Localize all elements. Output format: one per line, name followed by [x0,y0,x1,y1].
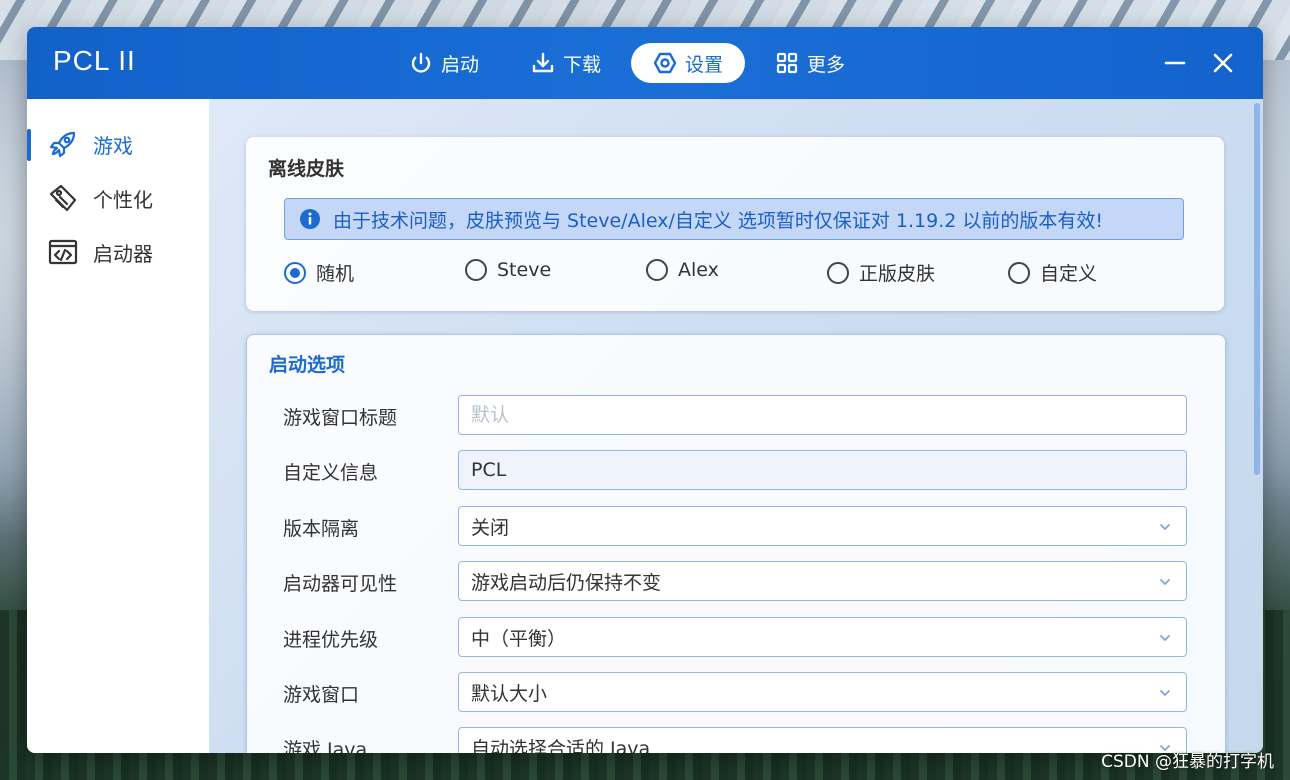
nav-launch-label: 启动 [441,53,480,76]
sidebar: 游戏 个性化 启动器 [27,99,209,753]
nav-download-button[interactable]: 下载 [509,43,623,83]
sidebar-item-label: 个性化 [93,187,153,212]
skin-radio-group: 随机 Steve Alex 正版皮肤 自定义 [284,259,1184,289]
field-label: 自定义信息 [283,462,379,484]
sidebar-item-personalize[interactable]: 个性化 [27,171,209,225]
sidebar-item-game[interactable]: 游戏 [27,117,209,171]
chevron-down-icon [1160,579,1170,586]
nav-settings-label: 设置 [685,53,724,76]
radio-custom[interactable]: 自定义 [1008,259,1097,286]
sidebar-item-launcher[interactable]: 启动器 [27,225,209,279]
form-row-visibility: 启动器可见性 游戏启动后仍保持不变 [283,561,1187,603]
field-label: 游戏窗口标题 [283,407,398,429]
form-row-window: 游戏窗口 默认大小 [283,672,1187,714]
sidebar-item-label: 启动器 [93,241,153,266]
app-title: PCL II [53,45,136,76]
power-icon [411,52,431,73]
field-value: PCL [471,459,507,481]
select-value: 游戏启动后仍保持不变 [471,571,662,594]
settings-hexagon-icon [653,52,677,74]
chevron-down-icon [1160,524,1170,531]
radio-label: Alex [678,259,719,281]
radio-alex[interactable]: Alex [646,259,719,281]
form-row-isolation: 版本隔离 关闭 [283,506,1187,548]
priority-select[interactable]: 中（平衡） [458,617,1187,657]
radio-label: 随机 [316,263,355,285]
sidebar-item-label: 游戏 [93,133,133,158]
radio-steve[interactable]: Steve [465,259,551,281]
info-icon [300,209,320,229]
minimize-icon[interactable] [1161,49,1189,77]
launch-options-card: 启动选项 游戏窗口标题 自定义信息 PCL 版本隔离 关闭 启动器可见性 [246,334,1226,753]
nav-more-button[interactable]: 更多 [753,43,867,83]
chevron-down-icon [1160,635,1170,642]
radio-official-skin[interactable]: 正版皮肤 [827,259,935,286]
field-label: 启动器可见性 [283,573,398,595]
window-title-input[interactable] [458,395,1187,435]
radio-label: 正版皮肤 [859,263,936,285]
settings-content[interactable]: 离线皮肤 由于技术问题，皮肤预览与 Steve/Alex/自定义 选项暂时仅保证… [209,99,1263,753]
app-window: PCL II 启动 下载 设置 更多 游戏 个性化 启动器 离线皮肤 由于技术问… [27,27,1263,753]
select-value: 关闭 [471,516,510,539]
card-title: 离线皮肤 [268,158,345,180]
grid-icon [776,52,798,74]
form-row-java: 游戏 Java 自动选择合适的 Java [283,727,1187,753]
scrollbar[interactable] [1254,103,1260,475]
field-label: 游戏窗口 [283,684,360,706]
offline-skin-card: 离线皮肤 由于技术问题，皮肤预览与 Steve/Alex/自定义 选项暂时仅保证… [246,137,1224,311]
radio-dot [465,259,487,281]
form-row-priority: 进程优先级 中（平衡） [283,617,1187,659]
radio-dot [284,261,306,284]
info-notice-text: 由于技术问题，皮肤预览与 Steve/Alex/自定义 选项暂时仅保证对 1.1… [333,209,1104,232]
chevron-down-icon [1160,690,1170,697]
radio-dot [827,261,849,284]
custom-info-input[interactable]: PCL [458,450,1187,490]
radio-random[interactable]: 随机 [284,259,354,286]
radio-dot [646,259,668,281]
window-size-select[interactable]: 默认大小 [458,672,1187,712]
select-value: 自动选择合适的 Java [471,737,651,754]
field-label: 版本隔离 [283,518,360,540]
paint-tag-icon [49,184,77,212]
radio-label: Steve [497,259,552,281]
info-notice: 由于技术问题，皮肤预览与 Steve/Alex/自定义 选项暂时仅保证对 1.1… [284,198,1184,240]
field-label: 进程优先级 [283,629,379,651]
radio-dot [1008,261,1030,284]
rocket-icon [49,131,76,158]
nav-launch-button[interactable]: 启动 [387,43,501,83]
top-nav: 启动 下载 设置 更多 [387,43,875,83]
nav-settings-button[interactable]: 设置 [631,43,746,83]
isolation-select[interactable]: 关闭 [458,506,1187,546]
select-value: 默认大小 [471,682,548,705]
java-select[interactable]: 自动选择合适的 Java [458,727,1187,753]
close-icon[interactable] [1209,49,1237,77]
radio-label: 自定义 [1040,263,1098,285]
watermark: CSDN @狂暴的打字机 [1101,752,1274,772]
nav-more-label: 更多 [807,53,846,76]
nav-download-label: 下载 [563,53,602,76]
field-label: 游戏 Java [283,739,368,753]
code-window-icon [48,239,78,265]
form-row-custom-info: 自定义信息 PCL [283,450,1187,492]
form-row-window-title: 游戏窗口标题 [283,395,1187,437]
title-bar[interactable]: PCL II 启动 下载 设置 更多 [27,27,1263,99]
card-title: 启动选项 [269,354,346,376]
download-icon [532,52,554,73]
visibility-select[interactable]: 游戏启动后仍保持不变 [458,561,1187,601]
select-value: 中（平衡） [471,627,567,650]
